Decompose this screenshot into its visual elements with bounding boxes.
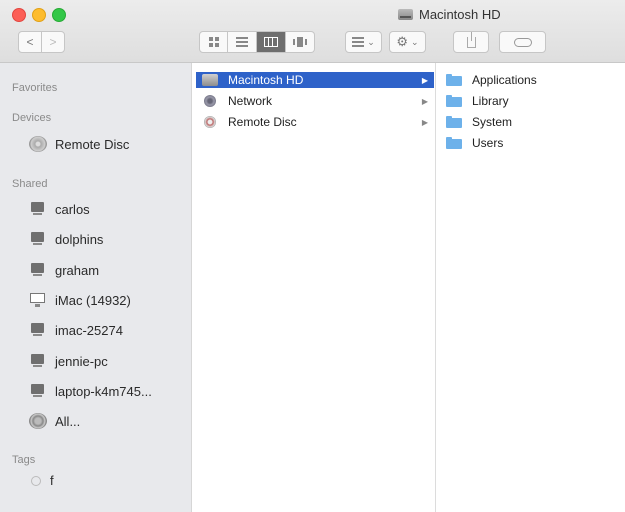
window-title-text: Macintosh HD bbox=[419, 7, 501, 22]
pc-icon bbox=[29, 262, 47, 278]
column-row-label: Applications bbox=[472, 73, 537, 87]
list-view-icon bbox=[236, 37, 248, 47]
imac-icon bbox=[29, 292, 47, 308]
network-icon bbox=[204, 95, 216, 107]
remote-disc-icon bbox=[204, 116, 216, 128]
sidebar-item-laptop[interactable]: laptop-k4m745... bbox=[29, 381, 152, 401]
back-button[interactable]: < bbox=[18, 31, 42, 53]
pc-icon bbox=[29, 201, 47, 217]
disclosure-arrow-icon: ▶ bbox=[421, 75, 428, 85]
column-view-icon bbox=[264, 37, 278, 47]
sidebar-item-imac-25274[interactable]: imac-25274 bbox=[29, 320, 123, 340]
toolbar: Macintosh HD < > ⌄ ⚙ ⌄ bbox=[0, 0, 625, 63]
sidebar-item-remote-disc[interactable]: Remote Disc bbox=[29, 134, 129, 154]
edit-tags-button[interactable] bbox=[499, 31, 546, 53]
pc-icon bbox=[29, 322, 47, 338]
sidebar-tag-f[interactable]: f bbox=[50, 473, 54, 488]
chevron-right-icon: > bbox=[49, 35, 57, 49]
gear-icon: ⚙ bbox=[396, 34, 409, 49]
folder-icon bbox=[446, 136, 462, 149]
column-row-macintosh-hd[interactable]: Macintosh HD ▶ bbox=[196, 72, 434, 88]
pc-icon bbox=[29, 231, 47, 247]
sidebar-item-jennie-pc[interactable]: jennie-pc bbox=[29, 351, 108, 371]
disclosure-arrow-icon: ▶ bbox=[421, 96, 428, 106]
folder-icon bbox=[446, 115, 462, 128]
sidebar-item-carlos[interactable]: carlos bbox=[29, 199, 90, 219]
column-browser-2: Applications Library System Users bbox=[436, 63, 625, 512]
sidebar-item-label: laptop-k4m745... bbox=[55, 383, 152, 399]
zoom-window-button[interactable] bbox=[52, 8, 66, 22]
column-row-system[interactable]: System bbox=[440, 114, 512, 130]
sidebar-item-label: All... bbox=[55, 413, 81, 429]
action-button[interactable]: ⚙ ⌄ bbox=[389, 31, 426, 53]
arrange-button[interactable]: ⌄ bbox=[345, 31, 382, 53]
tag-icon bbox=[513, 37, 532, 47]
sidebar-item-label: jennie-pc bbox=[55, 353, 108, 369]
column-row-users[interactable]: Users bbox=[440, 135, 503, 151]
view-mode-selector bbox=[199, 31, 315, 53]
column-row-network[interactable]: Network ▶ bbox=[196, 93, 434, 109]
minimize-window-button[interactable] bbox=[32, 8, 46, 22]
sidebar-item-dolphins[interactable]: dolphins bbox=[29, 229, 103, 249]
list-view-button[interactable] bbox=[228, 31, 257, 53]
column-row-applications[interactable]: Applications bbox=[440, 72, 537, 88]
close-window-button[interactable] bbox=[12, 8, 26, 22]
icon-view-icon bbox=[208, 37, 219, 47]
hard-drive-icon bbox=[202, 74, 218, 86]
column-row-label: Remote Disc bbox=[228, 115, 297, 129]
column-browser-1: Macintosh HD ▶ Network ▶ Remote Disc ▶ bbox=[192, 63, 436, 512]
column-row-label: System bbox=[472, 115, 513, 129]
share-icon bbox=[466, 31, 476, 48]
chevron-left-icon: < bbox=[26, 35, 34, 49]
column-row-library[interactable]: Library bbox=[440, 93, 509, 109]
disc-icon bbox=[29, 136, 47, 152]
column-row-label: Network bbox=[228, 94, 273, 108]
pc-icon bbox=[29, 353, 47, 369]
column-view-button[interactable] bbox=[257, 31, 286, 53]
sidebar-section-favorites: Favorites bbox=[12, 82, 58, 94]
folder-icon bbox=[446, 94, 462, 107]
forward-button[interactable]: > bbox=[41, 31, 65, 53]
chevron-down-icon: ⌄ bbox=[411, 36, 419, 47]
sidebar-item-label: imac-25274 bbox=[55, 322, 123, 338]
disclosure-arrow-icon: ▶ bbox=[421, 117, 428, 127]
arrange-icon bbox=[352, 37, 365, 47]
sidebar-item-label: Remote Disc bbox=[55, 136, 130, 152]
column-row-label: Library bbox=[472, 94, 509, 108]
chevron-down-icon: ⌄ bbox=[367, 36, 375, 47]
column-row-label: Users bbox=[472, 136, 504, 150]
sidebar-item-label: graham bbox=[55, 262, 100, 278]
column-row-remote-disc[interactable]: Remote Disc ▶ bbox=[196, 114, 434, 130]
cover-flow-icon bbox=[293, 37, 307, 47]
sidebar-item-graham[interactable]: graham bbox=[29, 260, 99, 280]
sidebar-item-all[interactable]: All... bbox=[29, 411, 80, 431]
column-row-label: Macintosh HD bbox=[228, 73, 304, 87]
tag-color-dot bbox=[31, 476, 41, 486]
sidebar-section-shared: Shared bbox=[12, 178, 48, 190]
sidebar-section-devices: Devices bbox=[12, 112, 52, 124]
network-globe-icon bbox=[29, 413, 47, 429]
cover-flow-view-button[interactable] bbox=[286, 31, 315, 53]
icon-view-button[interactable] bbox=[199, 31, 228, 53]
sidebar: Favorites Devices Remote Disc Shared car… bbox=[0, 63, 192, 512]
hard-drive-icon bbox=[398, 9, 413, 20]
folder-icon bbox=[446, 73, 462, 86]
share-button[interactable] bbox=[453, 31, 489, 53]
finder-window: Macintosh HD < > ⌄ ⚙ ⌄ Favorites Devices… bbox=[0, 0, 625, 512]
sidebar-item-label: dolphins bbox=[55, 231, 104, 247]
sidebar-item-label: iMac (14932) bbox=[55, 292, 131, 308]
pc-icon bbox=[29, 383, 47, 399]
window-title: Macintosh HD bbox=[398, 7, 501, 22]
sidebar-item-imac-14932[interactable]: iMac (14932) bbox=[29, 290, 131, 310]
sidebar-section-tags: Tags bbox=[12, 454, 36, 466]
sidebar-item-label: carlos bbox=[55, 201, 90, 217]
